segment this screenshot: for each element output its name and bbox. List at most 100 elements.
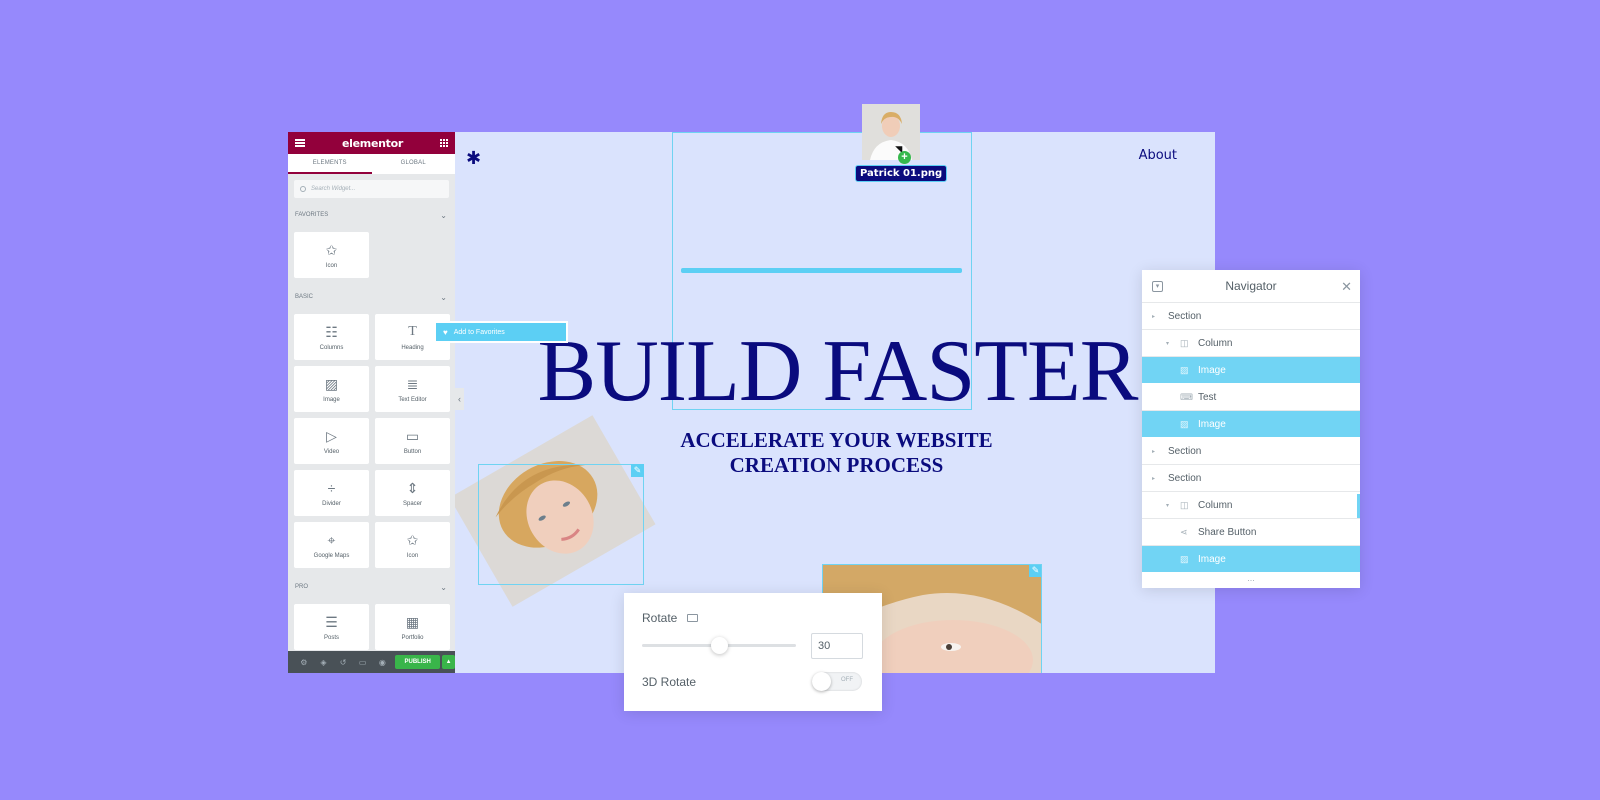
widget-text-editor[interactable]: ≣ Text Editor — [375, 366, 450, 412]
widget-google-maps[interactable]: ⌖ Google Maps — [294, 522, 369, 568]
elementor-logo: elementor — [342, 136, 403, 150]
category-favorites[interactable]: FAVORITES ⌄ — [288, 204, 455, 226]
scroll-indicator[interactable] — [1357, 494, 1360, 518]
navigator-row-label: Image — [1198, 418, 1226, 430]
drop-indicator — [681, 268, 962, 273]
apps-grid-icon[interactable] — [440, 139, 448, 147]
settings-gear-icon[interactable]: ⚙ — [294, 658, 314, 667]
hero-heading[interactable]: BUILD FASTER — [446, 328, 1215, 416]
widget-label: Video — [323, 449, 340, 455]
3d-rotate-label: 3D Rotate — [642, 675, 697, 689]
chevron-down-icon[interactable]: ⌄ — [440, 211, 447, 220]
expand-caret-icon[interactable]: ▸ — [1152, 475, 1160, 482]
divider-icon: ÷ — [327, 480, 336, 496]
dragged-portrait-photo — [862, 104, 920, 160]
preview-eye-icon[interactable]: ◉ — [373, 658, 393, 667]
hamburger-menu-icon[interactable] — [295, 139, 305, 147]
widget-label: Columns — [319, 345, 344, 351]
widget-button[interactable]: ▭ Button — [375, 418, 450, 464]
category-pro[interactable]: PRO ⌄ — [288, 576, 455, 598]
edit-pencil-icon[interactable]: ✎ — [631, 464, 644, 477]
widget-image[interactable]: ▨ Image — [294, 366, 369, 412]
navigator-row-button[interactable]: ⌨ Test — [1142, 384, 1360, 411]
dragged-file-label: Patrick 01.png — [855, 165, 948, 182]
navigator-row-label: Column — [1198, 499, 1233, 511]
navigator-row-section[interactable]: ▸ Section — [1142, 465, 1360, 492]
video-icon: ▷ — [326, 427, 337, 444]
portfolio-icon: ▦ — [405, 613, 420, 630]
navigator-row-label: Image — [1198, 364, 1226, 376]
panel-footer: ⚙ ◈ ↺ ▭ ◉ PUBLISH ▲ — [288, 651, 455, 673]
widget-columns[interactable]: ☷ Columns — [294, 314, 369, 360]
search-widget-input[interactable]: Search Widget... — [294, 180, 449, 198]
navigator-header: ▾ Navigator ✕ — [1142, 270, 1360, 303]
desktop-device-icon[interactable] — [687, 614, 699, 622]
category-label: BASIC — [295, 294, 314, 300]
navigator-row-share[interactable]: ⋖ Share Button — [1142, 519, 1360, 546]
add-to-favorites-menu-item[interactable]: ♥ Add to Favorites — [436, 323, 566, 341]
more-ellipsis-icon[interactable]: ... — [1142, 573, 1360, 583]
responsive-desktop-icon[interactable]: ▭ — [353, 658, 373, 667]
asterisk-logo-icon[interactable]: ✱ — [466, 148, 481, 169]
posts-icon: ☰ — [325, 613, 338, 630]
rotate-slider-handle[interactable] — [710, 637, 728, 654]
panel-tabs: ELEMENTS GLOBAL — [288, 154, 455, 174]
image-icon: ▨ — [324, 375, 339, 392]
toggle-state-label: OFF — [841, 677, 853, 683]
rotate-slider[interactable] — [642, 637, 796, 654]
edit-pencil-icon[interactable]: ✎ — [1029, 565, 1041, 577]
widget-label: Icon — [325, 263, 338, 269]
widget-divider[interactable]: ÷ Divider — [294, 470, 369, 516]
share-icon: ⋖ — [1180, 526, 1188, 537]
heart-icon: ♥ — [443, 327, 448, 337]
publish-options-caret-icon[interactable]: ▲ — [442, 655, 455, 669]
collapse-caret-icon[interactable]: ▾ — [1166, 340, 1174, 347]
chevron-down-icon[interactable]: ⌄ — [440, 583, 447, 592]
widget-label: Image — [323, 397, 340, 403]
widget-spacer[interactable]: ⇕ Spacer — [375, 470, 450, 516]
history-icon[interactable]: ↺ — [333, 658, 353, 667]
navigator-row-column[interactable]: ▾ ◫ Column — [1142, 492, 1360, 519]
nav-link-about[interactable]: About — [1139, 148, 1177, 163]
navigator-row-section[interactable]: ▸ Section — [1142, 303, 1360, 330]
rotate-control-popover: Rotate 30 3D Rotate OFF — [624, 593, 882, 711]
collapse-panel-chevron-icon[interactable]: ‹ — [455, 388, 464, 410]
collapse-all-icon[interactable]: ▾ — [1152, 281, 1163, 292]
tab-elements[interactable]: ELEMENTS — [288, 154, 372, 174]
tab-global[interactable]: GLOBAL — [372, 154, 456, 174]
widget-label: Google Maps — [313, 553, 350, 559]
collapse-caret-icon[interactable]: ▾ — [1166, 502, 1174, 509]
navigator-row-image[interactable]: ▨ Image — [1142, 546, 1360, 573]
category-basic[interactable]: BASIC ⌄ — [288, 286, 455, 308]
website-canvas[interactable]: ✱ About BUILD FASTER ACCELERATE YOUR WEB… — [446, 132, 1215, 673]
text-editor-icon: ≣ — [406, 375, 419, 392]
expand-caret-icon[interactable]: ▸ — [1152, 448, 1160, 455]
navigator-layers-icon[interactable]: ◈ — [314, 658, 334, 667]
publish-button[interactable]: PUBLISH — [395, 655, 441, 669]
expand-caret-icon[interactable]: ▸ — [1152, 313, 1160, 320]
add-to-favorites-label: Add to Favorites — [453, 328, 505, 336]
navigator-row-label: Test — [1198, 391, 1217, 403]
navigator-row-label: Section — [1168, 472, 1202, 484]
image-icon: ▨ — [1180, 364, 1189, 375]
map-icon: ⌖ — [327, 531, 336, 548]
dragged-image-thumbnail[interactable] — [862, 104, 920, 160]
navigator-row-section[interactable]: ▸ Section — [1142, 438, 1360, 465]
close-icon[interactable]: ✕ — [1341, 279, 1352, 295]
widget-label: Divider — [322, 501, 341, 507]
navigator-row-label: Column — [1198, 337, 1233, 349]
image-icon: ▨ — [1180, 553, 1189, 564]
navigator-row-image[interactable]: ▨ Image — [1142, 411, 1360, 438]
chevron-down-icon[interactable]: ⌄ — [440, 293, 447, 302]
navigator-row-column[interactable]: ▾ ◫ Column — [1142, 330, 1360, 357]
3d-rotate-toggle[interactable]: OFF — [812, 672, 862, 691]
widget-icon[interactable]: ✩ Icon — [375, 522, 450, 568]
rotate-value-input[interactable]: 30 — [811, 633, 863, 659]
widget-posts[interactable]: ☰ Posts — [294, 604, 369, 650]
navigator-row-label: Section — [1168, 445, 1202, 457]
image-selection-outline[interactable]: ✎ — [478, 464, 644, 585]
navigator-row-image[interactable]: ▨ Image — [1142, 357, 1360, 384]
widget-video[interactable]: ▷ Video — [294, 418, 369, 464]
widget-portfolio[interactable]: ▦ Portfolio — [375, 604, 450, 650]
widget-icon[interactable]: ✩ Icon — [294, 232, 369, 278]
